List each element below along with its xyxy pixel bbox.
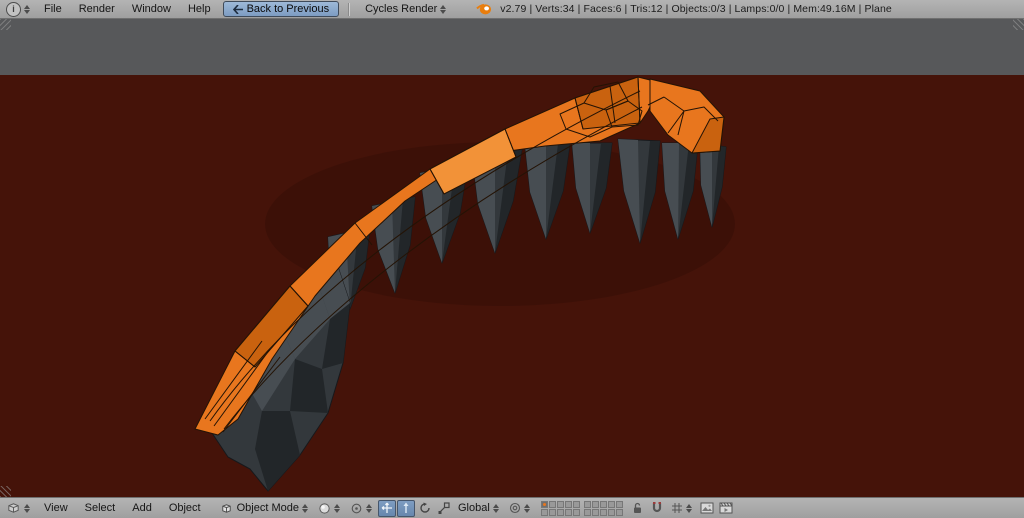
scale-square-icon [438,502,450,514]
render-animation-icon [719,502,733,514]
chevron-updown-icon [302,504,308,513]
layer-cell[interactable] [573,509,580,516]
opengl-render-animation-button[interactable] [717,500,735,517]
chevron-updown-icon [686,504,692,513]
chevron-updown-icon [440,5,446,14]
opengl-render-image-button[interactable] [698,500,716,517]
blender-logo-icon [476,2,492,16]
rotate-arc-icon [419,502,431,514]
menu-object[interactable]: Object [161,501,209,515]
chevron-updown-icon [524,504,530,513]
menu-help[interactable]: Help [180,2,219,16]
menu-file[interactable]: File [36,2,70,16]
manipulator-rotate-button[interactable] [416,500,434,517]
chevron-updown-icon [366,504,372,513]
menu-render[interactable]: Render [71,2,123,16]
layer-cell[interactable] [592,509,599,516]
layer-group-left [541,501,580,516]
viewport-shading-select[interactable] [314,502,345,515]
manipulator-hand-icon [381,502,393,514]
layers-widget [541,501,623,516]
mode-value: Object Mode [237,502,299,514]
layer-cell[interactable] [608,509,615,516]
info-editor-icon: i [6,2,21,17]
snap-toggle-button[interactable] [648,500,666,517]
layer-cell[interactable] [584,501,591,508]
layer-cell[interactable] [600,509,607,516]
chevron-updown-icon [24,5,30,14]
pivot-point-select[interactable] [346,502,377,515]
shading-sphere-icon [318,502,331,515]
scene-stats-text: v2.79 | Verts:34 | Faces:6 | Tris:12 | O… [500,3,892,15]
blender-window: i File Render Window Help Back to Previo… [0,0,1024,518]
back-to-previous-button[interactable]: Back to Previous [223,1,340,17]
layer-cell[interactable] [573,501,580,508]
chevron-updown-icon [24,504,30,513]
orientation-value: Global [458,502,490,514]
top-header-bar: i File Render Window Help Back to Previo… [0,0,1024,19]
layer-cell[interactable] [557,501,564,508]
proportional-editing-icon [509,502,521,514]
editor-type-select-info[interactable]: i [4,2,35,17]
manipulator-toggle-button[interactable] [378,500,396,517]
layer-cell[interactable] [541,509,548,516]
chevron-updown-icon [493,504,499,513]
layer-cell[interactable] [565,501,572,508]
layer-cell[interactable] [616,501,623,508]
viewport-3d[interactable] [0,19,1024,497]
layer-cell[interactable] [600,501,607,508]
bottom-header-bar: View Select Add Object Object Mode [0,497,1024,518]
layer-cell[interactable] [608,501,615,508]
render-engine-select[interactable]: Cycles Render [355,3,475,15]
layer-group-right [584,501,623,516]
viewport-sky [0,19,1024,75]
pivot-center-icon [350,502,363,515]
lock-icon [632,502,643,514]
manipulator-translate-button[interactable] [397,500,415,517]
transform-orientation-select[interactable]: Global [454,502,504,514]
menu-add[interactable]: Add [124,501,160,515]
layer-cell[interactable] [557,509,564,516]
menu-select[interactable]: Select [77,501,124,515]
separator [348,3,349,16]
render-image-icon [700,502,714,514]
proportional-editing-select[interactable] [505,502,535,514]
layer-cell[interactable] [549,509,556,516]
area-corner-handle[interactable] [1013,19,1024,30]
manipulator-scale-button[interactable] [435,500,453,517]
viewport-canvas [0,19,1024,497]
translate-arrow-icon [400,502,412,514]
layer-cell[interactable] [541,501,548,508]
chevron-updown-icon [334,504,340,513]
layer-cell[interactable] [616,509,623,516]
3d-view-editor-icon [6,501,21,515]
mode-select[interactable]: Object Mode [216,502,313,515]
area-corner-handle[interactable] [0,19,11,30]
area-corner-handle[interactable] [0,486,11,497]
lock-to-scene-button[interactable] [629,500,647,517]
object-mode-icon [220,502,233,515]
back-arrow-icon [233,5,243,14]
snap-increment-icon [671,502,683,514]
render-engine-value: Cycles Render [365,3,437,15]
layer-cell[interactable] [565,509,572,516]
menu-window[interactable]: Window [124,2,179,16]
editor-type-select-3dview[interactable] [4,501,35,515]
layer-cell[interactable] [592,501,599,508]
back-button-label: Back to Previous [247,3,330,15]
snap-element-select[interactable] [667,502,697,514]
menu-view[interactable]: View [36,501,76,515]
snap-magnet-icon [651,502,663,514]
layer-cell[interactable] [584,509,591,516]
layer-cell[interactable] [549,501,556,508]
